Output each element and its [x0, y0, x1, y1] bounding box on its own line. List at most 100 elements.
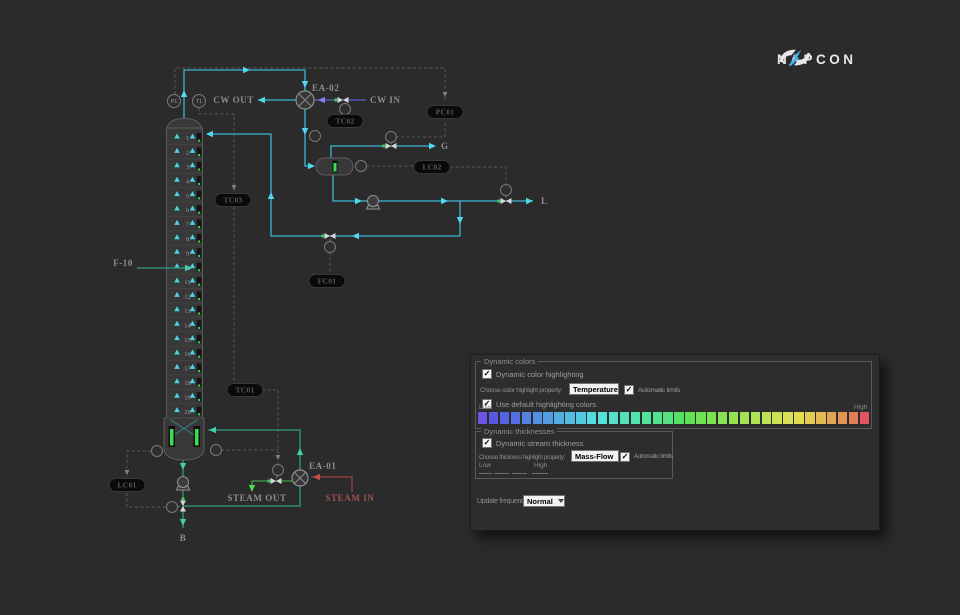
- tray-number: 15: [184, 337, 191, 344]
- tray-number: 5: [186, 193, 189, 200]
- tray-number: 20: [184, 409, 191, 416]
- tray-indicator-dot: [198, 255, 200, 257]
- tray-indicator-dot: [198, 284, 200, 286]
- tray-indicator-dot: [198, 168, 200, 170]
- thickness-high-field[interactable]: [532, 466, 548, 474]
- reflux-valve[interactable]: [322, 233, 336, 239]
- gradient-high-label: High: [854, 404, 867, 411]
- gradient-swatch: [653, 412, 662, 424]
- gradient-swatch: [751, 412, 760, 424]
- gradient-swatch: [500, 412, 509, 424]
- gradient-swatch: [816, 412, 825, 424]
- instrument-bubble[interactable]: [211, 445, 222, 456]
- reflux-pump[interactable]: [367, 196, 380, 210]
- color-property-select[interactable]: Temperature: [569, 383, 619, 395]
- checkbox-check-icon: ✓: [620, 452, 630, 462]
- sump-level-bar-right: [195, 429, 199, 446]
- napcon-swirl-icon: [777, 46, 813, 70]
- gradient-swatch: [598, 412, 607, 424]
- reboiler-ea01[interactable]: [292, 470, 308, 486]
- tray-number: 14: [184, 322, 191, 329]
- tag-lc02[interactable]: LC02: [414, 161, 450, 174]
- cw-out-label: CW OUT: [213, 95, 254, 105]
- use-default-colors-label: Use default highlighting colors.: [496, 400, 598, 409]
- tag-lc01[interactable]: LC01: [109, 479, 145, 492]
- svg-text:TC02: TC02: [335, 117, 354, 126]
- gas-product-valve[interactable]: [383, 143, 397, 149]
- cw-in-valve[interactable]: [335, 97, 349, 103]
- instrument-bubble[interactable]: [310, 131, 321, 142]
- instrument-bubble[interactable]: [386, 132, 397, 143]
- distillation-column[interactable]: 1234567891011121314151617181920: [164, 119, 204, 461]
- thickness-field[interactable]: [512, 466, 527, 474]
- checkbox-check-icon: ✓: [482, 438, 492, 448]
- instrument-bubble[interactable]: [340, 104, 351, 115]
- thickness-automatic-limits-label: Automatic limits: [634, 454, 673, 460]
- gradient-swatch: [511, 412, 520, 424]
- reflux-drum[interactable]: [316, 158, 353, 175]
- checkbox-check-icon: ✓: [482, 369, 492, 379]
- gradient-swatch: [772, 412, 781, 424]
- dynamic-thicknesses-group: Dynamic thicknesses ✓ Dynamic stream thi…: [475, 431, 673, 479]
- dynamic-stream-thickness-checkbox[interactable]: ✓ Dynamic stream thickness: [482, 438, 584, 448]
- tray-number: 2: [186, 150, 189, 157]
- feed-label: F-10: [113, 258, 133, 268]
- controller-tags: PC01 TC02 TC03 LC02 FC01 TC01 LC01: [109, 106, 463, 492]
- gradient-swatch: [696, 412, 705, 424]
- drum-level-bar: [334, 163, 337, 172]
- gradient-swatch: [554, 412, 563, 424]
- dynamic-colors-group-title: Dynamic colors: [481, 357, 538, 366]
- tray-number: 18: [184, 380, 191, 387]
- gradient-swatch: [620, 412, 629, 424]
- bottoms-pump[interactable]: [177, 477, 190, 491]
- tray-indicator-dot: [198, 298, 200, 300]
- gradient-swatch: [478, 412, 487, 424]
- instrument-bubble[interactable]: [167, 502, 178, 513]
- instrument-bubble[interactable]: [356, 161, 367, 172]
- tag-pc01[interactable]: PC01: [427, 106, 463, 119]
- tag-tc01[interactable]: TC01: [227, 384, 263, 397]
- napcon-simulator-screen: 1234567891011121314151617181920: [0, 0, 960, 615]
- tag-tc02[interactable]: TC02: [327, 115, 363, 128]
- condenser-ea02[interactable]: [296, 91, 314, 109]
- instrument-p1[interactable]: P1: [168, 95, 181, 108]
- tray-number: 9: [186, 250, 189, 257]
- tray-number: 1: [186, 135, 189, 142]
- dynamic-highlighting-settings-panel: Dynamic colors ✓ Dynamic color highlight…: [470, 354, 880, 531]
- color-automatic-limits-checkbox[interactable]: ✓ Automatic limits: [624, 385, 680, 395]
- instrument-bubble[interactable]: [501, 185, 512, 196]
- color-property-value: Temperature: [573, 385, 618, 394]
- update-frequency-select[interactable]: Normal: [523, 495, 565, 507]
- instrument-bubble[interactable]: [325, 242, 336, 253]
- thickness-field[interactable]: [494, 466, 509, 474]
- color-automatic-limits-label: Automatic limits: [638, 387, 680, 394]
- gradient-swatch: [642, 412, 651, 424]
- gradient-swatch: [838, 412, 847, 424]
- instrument-bubble[interactable]: [152, 446, 163, 457]
- tray-indicator-dot: [198, 197, 200, 199]
- tag-tc03[interactable]: TC03: [215, 194, 251, 207]
- gradient-swatch: [729, 412, 738, 424]
- tag-fc01[interactable]: FC01: [309, 275, 345, 288]
- steam-valve[interactable]: [268, 478, 282, 484]
- instrument-bubble[interactable]: [273, 465, 284, 476]
- dynamic-color-highlighting-checkbox[interactable]: ✓ Dynamic color highlighting: [482, 369, 584, 379]
- sump-level-bar-left: [170, 429, 174, 446]
- gradient-swatch: [718, 412, 727, 424]
- dynamic-colors-group: Dynamic colors ✓ Dynamic color highlight…: [475, 361, 872, 429]
- steam-in-label: STEAM IN: [325, 493, 374, 503]
- liquid-product-valve[interactable]: [498, 198, 512, 204]
- svg-text:TC03: TC03: [223, 196, 242, 205]
- gradient-swatch: [609, 412, 618, 424]
- tray-number: 13: [184, 308, 191, 315]
- bottoms-valve[interactable]: [180, 498, 186, 512]
- gradient-swatch: [805, 412, 814, 424]
- gradient-swatch: [565, 412, 574, 424]
- thickness-automatic-limits-checkbox[interactable]: ✓ Automatic limits: [620, 452, 673, 462]
- instrument-t1[interactable]: T1: [193, 95, 206, 108]
- thickness-low-field[interactable]: [479, 466, 492, 474]
- use-default-colors-checkbox[interactable]: ✓ Use default highlighting colors.: [482, 399, 598, 409]
- thickness-property-select[interactable]: Mass-Flow: [571, 450, 619, 462]
- gradient-swatch: [849, 412, 858, 424]
- tray-indicator-dot: [198, 226, 200, 228]
